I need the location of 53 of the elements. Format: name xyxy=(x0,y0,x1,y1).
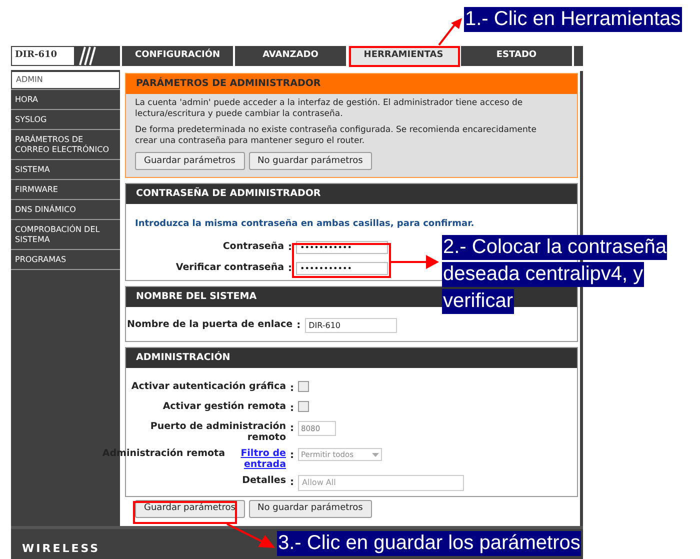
field-label: Nombre de la puerta de enlace xyxy=(127,318,293,332)
field-label: Verificar contraseña xyxy=(174,260,284,275)
nav-tab[interactable]: ESTADO xyxy=(461,46,572,66)
password-field[interactable]: ••••••••••• xyxy=(296,240,388,254)
sidebar-item[interactable]: HORA xyxy=(11,92,120,108)
field-label: Detalles xyxy=(242,475,286,486)
dropdown-caret-icon xyxy=(372,452,379,456)
text-field[interactable]: DIR-610 xyxy=(304,318,397,333)
arrow xyxy=(437,16,463,47)
field-label: Activar gestión remota xyxy=(162,401,286,412)
colon: : xyxy=(289,382,295,396)
annotation-label: verificar xyxy=(442,289,514,314)
section-header: PARÁMETROS DE ADMINISTRADOR xyxy=(126,74,577,94)
field-label: Puerto de administración remoto xyxy=(149,421,286,443)
colon: : xyxy=(287,240,293,254)
annotation-label: 3.- Clic en guardar los parámetros xyxy=(277,531,582,556)
colon: : xyxy=(289,449,295,463)
nav-tab[interactable]: CONFIGURACIÓN xyxy=(122,46,233,66)
nav-tab[interactable]: AVANZADO xyxy=(235,46,346,66)
annotation-label: 2.- Colocar la contraseña xyxy=(442,235,668,260)
sidebar-item[interactable]: FIRMWARE xyxy=(11,182,120,198)
colon: : xyxy=(289,402,295,416)
checkbox[interactable] xyxy=(298,401,309,412)
colon: : xyxy=(296,319,302,333)
description-text: De forma predeterminada no existe contraseña configurada. Se recomienda encarecidamente crear una contraseña para mantener seguro el router. xyxy=(135,125,538,147)
form-button[interactable]: No guardar parámetros xyxy=(248,152,372,170)
section-header: CONTRASEÑA DE ADMINISTRADOR xyxy=(126,184,577,204)
sidebar-item[interactable]: ADMIN xyxy=(12,72,119,88)
password-field[interactable]: ••••••••••• xyxy=(296,262,388,274)
logo-text: DIR-610 xyxy=(15,49,58,62)
sidebar-item[interactable]: SISTEMA xyxy=(11,162,120,178)
brand-text: WIRELESS xyxy=(22,540,100,557)
arrow xyxy=(390,252,440,272)
instruction-text: Introduzca la misma contraseña en ambas casillas, para confirmar. xyxy=(134,218,476,231)
section-header: ADMINISTRACIÓN xyxy=(126,348,577,368)
filter-link[interactable]: Filtro de entrada xyxy=(228,448,286,470)
description-text: La cuenta 'admin' puede acceder a la interfaz de gestión. El administrador tiene acceso de lectura/escritura y puede cambiar la contraseña. xyxy=(135,98,524,120)
sidebar-item[interactable]: PARÁMETROS DE CORREO ELECTRÓNICO xyxy=(11,132,120,158)
field-label: Activar autenticación gráfica xyxy=(131,381,286,392)
annotation-label: deseada centralipv4, y xyxy=(442,262,644,287)
nav-segment xyxy=(574,46,583,66)
annotation-label: 1.- Clic en Herramientas xyxy=(464,7,682,32)
field-label: Contraseña xyxy=(222,240,284,254)
form-button[interactable]: Guardar parámetros xyxy=(135,152,244,170)
colon: : xyxy=(287,262,293,276)
sidebar-item[interactable]: PROGRAMAS xyxy=(11,252,120,268)
sidebar-item[interactable]: COMPROBACIÓN DEL SISTEMA xyxy=(11,222,120,248)
colon: : xyxy=(289,422,295,436)
form-button[interactable]: No guardar parámetros xyxy=(248,500,372,518)
colon: : xyxy=(289,476,295,490)
sidebar-item[interactable]: SYSLOG xyxy=(11,112,120,128)
checkbox[interactable] xyxy=(298,381,309,392)
sidebar-item[interactable]: DNS DINÁMICO xyxy=(11,202,120,218)
